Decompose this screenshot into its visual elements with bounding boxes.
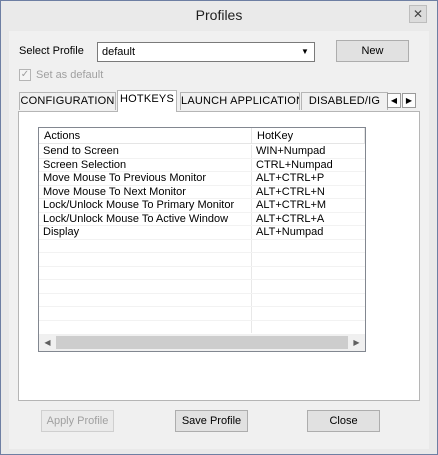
action-cell: Display [43,226,80,238]
set-as-default-label: Set as default [36,69,104,81]
hotkey-cell: ALT+Numpad [256,226,324,238]
column-header-actions[interactable]: Actions [39,128,252,144]
empty-row [39,307,365,321]
table-row[interactable]: Lock/Unlock Mouse To Primary Monitor ALT… [39,199,365,213]
table-row[interactable]: Lock/Unlock Mouse To Active Window ALT+C… [39,212,365,226]
table-row[interactable]: Send to Screen WIN+Numpad [39,145,365,159]
hotkey-cell: ALT+CTRL+N [256,185,325,198]
hotkeys-list[interactable]: Actions HotKey Send to Screen WIN+Numpad… [38,127,366,352]
new-button[interactable]: New [336,40,409,62]
action-cell: Send to Screen [43,145,119,157]
column-header-hotkey[interactable]: HotKey [252,128,365,144]
tab-launch-application[interactable]: LAUNCH APPLICATION [180,92,300,110]
title-bar[interactable]: Profiles ✕ [1,1,437,30]
profile-dropdown-value: default [102,46,136,58]
horizontal-scrollbar[interactable]: ◀ ▶ [39,334,365,351]
set-as-default-checkbox[interactable]: ✓ [19,69,31,81]
tab-scroll-right-icon[interactable]: ▶ [402,93,416,108]
empty-row [39,280,365,294]
empty-row [39,240,365,253]
tab-hotkeys[interactable]: HOTKEYS [117,90,177,112]
action-cell: Lock/Unlock Mouse To Active Window [43,212,229,225]
tab-scroll-left-icon[interactable]: ◀ [387,93,401,108]
table-row[interactable]: Screen Selection CTRL+Numpad [39,158,365,172]
hotkey-cell: ALT+CTRL+M [256,199,327,211]
hotkey-cell: CTRL+Numpad [256,158,333,171]
chevron-down-icon[interactable]: ▼ [297,44,313,60]
close-button[interactable]: Close [307,410,380,432]
action-cell: Move Mouse To Previous Monitor [43,172,207,184]
scroll-left-icon[interactable]: ◀ [39,334,56,351]
table-row[interactable]: Move Mouse To Next Monitor ALT+CTRL+N [39,185,365,199]
action-cell: Screen Selection [43,158,127,171]
scroll-right-icon[interactable]: ▶ [348,334,365,351]
tab-configuration[interactable]: CONFIGURATION [19,92,116,110]
save-profile-button[interactable]: Save Profile [175,410,248,432]
select-profile-label: Select Profile [19,45,84,57]
table-row[interactable]: Display ALT+Numpad [39,226,365,240]
profile-dropdown[interactable]: default ▼ [97,42,315,62]
window-title: Profiles [195,7,243,23]
hotkey-cell: WIN+Numpad [256,145,326,157]
dialog-body: Select Profile default ▼ New ✓ Set as de… [9,31,429,449]
hotkey-cell: ALT+CTRL+P [256,172,325,184]
tab-disabled-ignore[interactable]: DISABLED/IG [301,92,388,110]
close-icon[interactable]: ✕ [409,5,427,23]
table-row[interactable]: Move Mouse To Previous Monitor ALT+CTRL+… [39,172,365,186]
list-header: Actions HotKey [39,128,365,144]
apply-profile-button[interactable]: Apply Profile [41,410,114,432]
empty-row [39,294,365,307]
action-cell: Move Mouse To Next Monitor [43,185,186,198]
empty-row [39,253,365,267]
scrollbar-thumb[interactable] [56,336,348,349]
action-cell: Lock/Unlock Mouse To Primary Monitor [43,199,235,211]
hotkey-cell: ALT+CTRL+A [256,212,325,225]
empty-row [39,267,365,280]
profiles-window: Profiles ✕ Select Profile default ▼ New … [0,0,438,455]
list-rows: Send to Screen WIN+Numpad Screen Selecti… [39,145,365,321]
